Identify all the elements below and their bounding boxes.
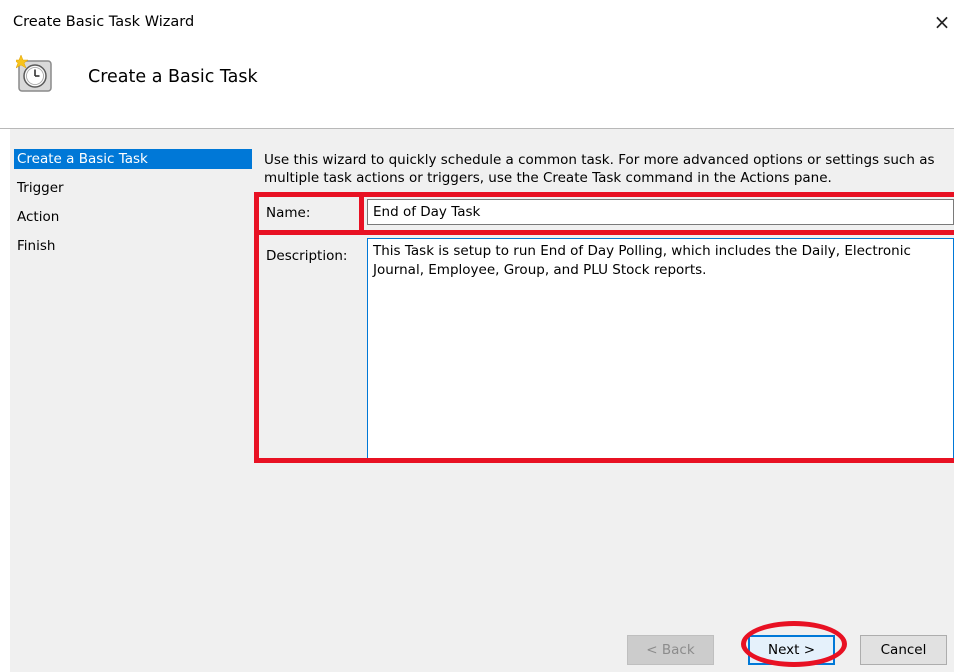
left-gutter xyxy=(0,129,10,672)
nav-step-finish[interactable]: Finish xyxy=(14,236,252,256)
header-title: Create a Basic Task xyxy=(88,67,258,87)
close-icon[interactable]: × xyxy=(932,10,952,34)
wizard-header: Create a Basic Task xyxy=(0,44,954,128)
title-bar: Create Basic Task Wizard × xyxy=(0,0,954,44)
back-button[interactable]: < Back xyxy=(627,635,714,665)
intro-text: Use this wizard to quickly schedule a co… xyxy=(264,152,935,186)
nav-step-action[interactable]: Action xyxy=(14,207,252,227)
wizard-content: Use this wizard to quickly schedule a co… xyxy=(254,129,954,672)
nav-step-trigger[interactable]: Trigger xyxy=(14,178,252,198)
window-title: Create Basic Task Wizard xyxy=(13,14,195,30)
annotation-highlight-divider-vertical xyxy=(359,192,364,235)
cancel-button[interactable]: Cancel xyxy=(860,635,947,665)
wizard-steps-nav: Create a Basic Task Trigger Action Finis… xyxy=(10,129,254,672)
nav-step-create-basic-task[interactable]: Create a Basic Task xyxy=(14,149,252,169)
task-scheduler-clock-icon xyxy=(16,54,52,92)
next-button[interactable]: Next > xyxy=(748,635,835,665)
